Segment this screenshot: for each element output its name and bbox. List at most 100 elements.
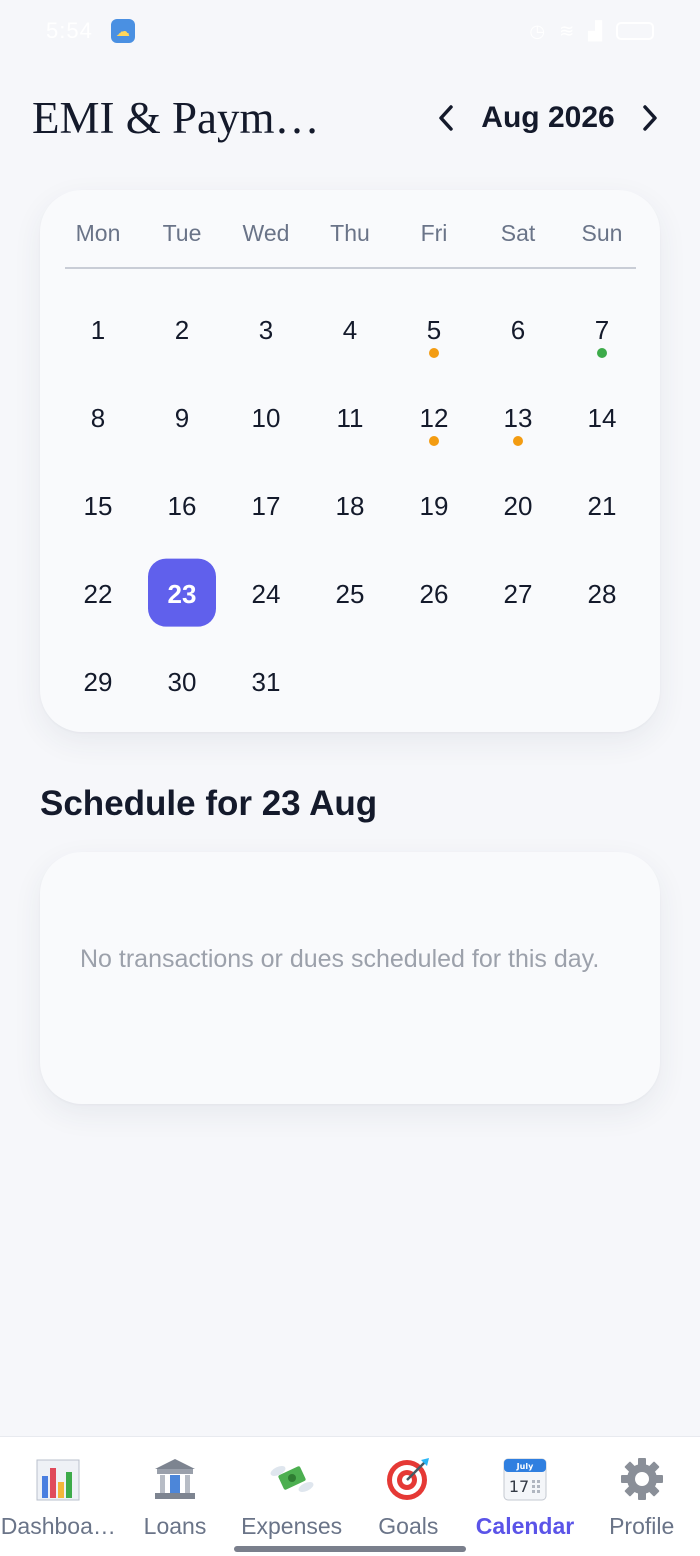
day-number: 22 (83, 578, 113, 609)
battery-icon (616, 22, 654, 40)
weekday-label: Sat (500, 220, 536, 246)
day-cell[interactable]: 31 (224, 638, 308, 726)
day-cell[interactable]: 10 (224, 374, 308, 462)
day-cell[interactable]: 8 (56, 374, 140, 462)
day-number: 6 (510, 314, 526, 345)
nav-item-goals[interactable]: Goals (350, 1437, 467, 1556)
day-cell[interactable]: 13 (476, 374, 560, 462)
day-number: 15 (83, 490, 113, 521)
day-number: 19 (419, 490, 449, 521)
day-cell[interactable]: 17 (224, 462, 308, 550)
gear-icon (618, 1455, 666, 1503)
weekday-label: Wed (242, 220, 290, 246)
day-number: 12 (419, 402, 449, 433)
event-marker-dot (597, 348, 607, 358)
nav-label: Goals (378, 1513, 439, 1539)
day-cell[interactable]: 24 (224, 550, 308, 638)
event-marker-dot (513, 436, 523, 446)
weekday-label: Tue (162, 220, 202, 246)
day-number: 8 (90, 402, 106, 433)
weekday-divider (65, 267, 636, 269)
day-cell[interactable]: 16 (140, 462, 224, 550)
day-number: 2 (174, 314, 190, 345)
bar-chart-icon (34, 1455, 82, 1503)
day-cell[interactable]: 3 (224, 286, 308, 374)
calendar-icon-day: 17 (509, 1477, 529, 1496)
day-cell[interactable]: 5 (392, 286, 476, 374)
day-cell[interactable]: 19 (392, 462, 476, 550)
status-icons: ◷ ≋ ▟ (529, 21, 654, 42)
month-label: Aug 2026 (481, 101, 615, 134)
bank-icon (151, 1455, 199, 1503)
status-time: 5:54 (46, 18, 93, 43)
day-number: 14 (587, 402, 617, 433)
previous-month-button[interactable] (424, 96, 468, 140)
event-marker-dot (429, 436, 439, 446)
money-wings-icon (268, 1455, 316, 1503)
day-cell[interactable]: 1 (56, 286, 140, 374)
nav-label: Loans (143, 1513, 207, 1539)
day-cell[interactable]: 4 (308, 286, 392, 374)
day-number: 28 (587, 578, 617, 609)
weekday-label: Fri (420, 220, 448, 246)
calendar-icon-month: July (516, 1462, 534, 1471)
day-number: 5 (426, 314, 442, 345)
day-grid: 1 2 3 4 5 6 7 8 9 10 11 12 13 14 15 16 17 18 19 20 21 22 23 24 2… (56, 286, 644, 726)
wifi-icon: ≋ (559, 20, 575, 41)
day-cell[interactable]: 21 (560, 462, 644, 550)
day-cell-selected[interactable]: 23 (140, 550, 224, 638)
signal-icon: ▟ (588, 20, 602, 41)
day-number: 4 (342, 314, 358, 345)
day-number: 9 (174, 402, 190, 433)
month-navigator: Aug 2026 (424, 96, 672, 140)
alarm-icon: ◷ (529, 20, 546, 41)
day-number: 29 (83, 666, 113, 697)
day-number: 21 (587, 490, 617, 521)
event-marker-dot (429, 348, 439, 358)
day-cell[interactable]: 25 (308, 550, 392, 638)
day-cell[interactable]: 22 (56, 550, 140, 638)
day-cell[interactable]: 29 (56, 638, 140, 726)
day-cell[interactable]: 7 (560, 286, 644, 374)
day-cell[interactable]: 28 (560, 550, 644, 638)
chevron-right-icon (643, 105, 657, 131)
weekday-label: Mon (75, 220, 121, 246)
day-number: 10 (251, 402, 281, 433)
day-cell[interactable]: 11 (308, 374, 392, 462)
nav-label: Expenses (241, 1513, 343, 1539)
bottom-nav: Dashboa… Loans Expenses Goals July 17 Ca… (0, 1436, 700, 1556)
nav-item-loans[interactable]: Loans (117, 1437, 234, 1556)
day-cell[interactable]: 2 (140, 286, 224, 374)
nav-item-expenses[interactable]: Expenses (233, 1437, 350, 1556)
next-month-button[interactable] (628, 96, 672, 140)
calendar-card: Mon Tue Wed Thu Fri Sat Sun 1 2 3 4 5 6 7 8 9 10 1… (40, 190, 660, 732)
day-number: 23 (167, 578, 197, 609)
day-number: 25 (335, 578, 365, 609)
day-cell[interactable]: 9 (140, 374, 224, 462)
day-cell[interactable]: 27 (476, 550, 560, 638)
day-cell[interactable]: 14 (560, 374, 644, 462)
nav-label: Profile (609, 1513, 675, 1539)
nav-label: Calendar (475, 1513, 575, 1539)
status-bar: 5:54 ☁ ◷ ≋ ▟ (0, 0, 700, 62)
chevron-left-icon (439, 105, 453, 131)
nav-item-dashboard[interactable]: Dashboa… (0, 1437, 117, 1556)
day-cell[interactable]: 20 (476, 462, 560, 550)
weather-icon: ☁ (110, 19, 135, 43)
day-cell[interactable]: 15 (56, 462, 140, 550)
day-number: 3 (258, 314, 274, 345)
day-cell[interactable]: 18 (308, 462, 392, 550)
empty-schedule-message: No transactions or dues scheduled for th… (80, 945, 600, 973)
nav-item-profile[interactable]: Profile (583, 1437, 700, 1556)
day-cell[interactable]: 6 (476, 286, 560, 374)
day-cell[interactable]: 26 (392, 550, 476, 638)
day-cell[interactable]: 30 (140, 638, 224, 726)
weekday-header: Mon Tue Wed Thu Fri Sat Sun (56, 216, 644, 268)
day-number: 17 (251, 490, 281, 521)
day-cell[interactable]: 12 (392, 374, 476, 462)
day-number: 11 (336, 402, 364, 433)
day-number: 1 (90, 314, 106, 345)
day-number: 26 (419, 578, 449, 609)
nav-item-calendar[interactable]: July 17 Calendar (467, 1437, 584, 1556)
weekday-label: Thu (330, 220, 370, 246)
